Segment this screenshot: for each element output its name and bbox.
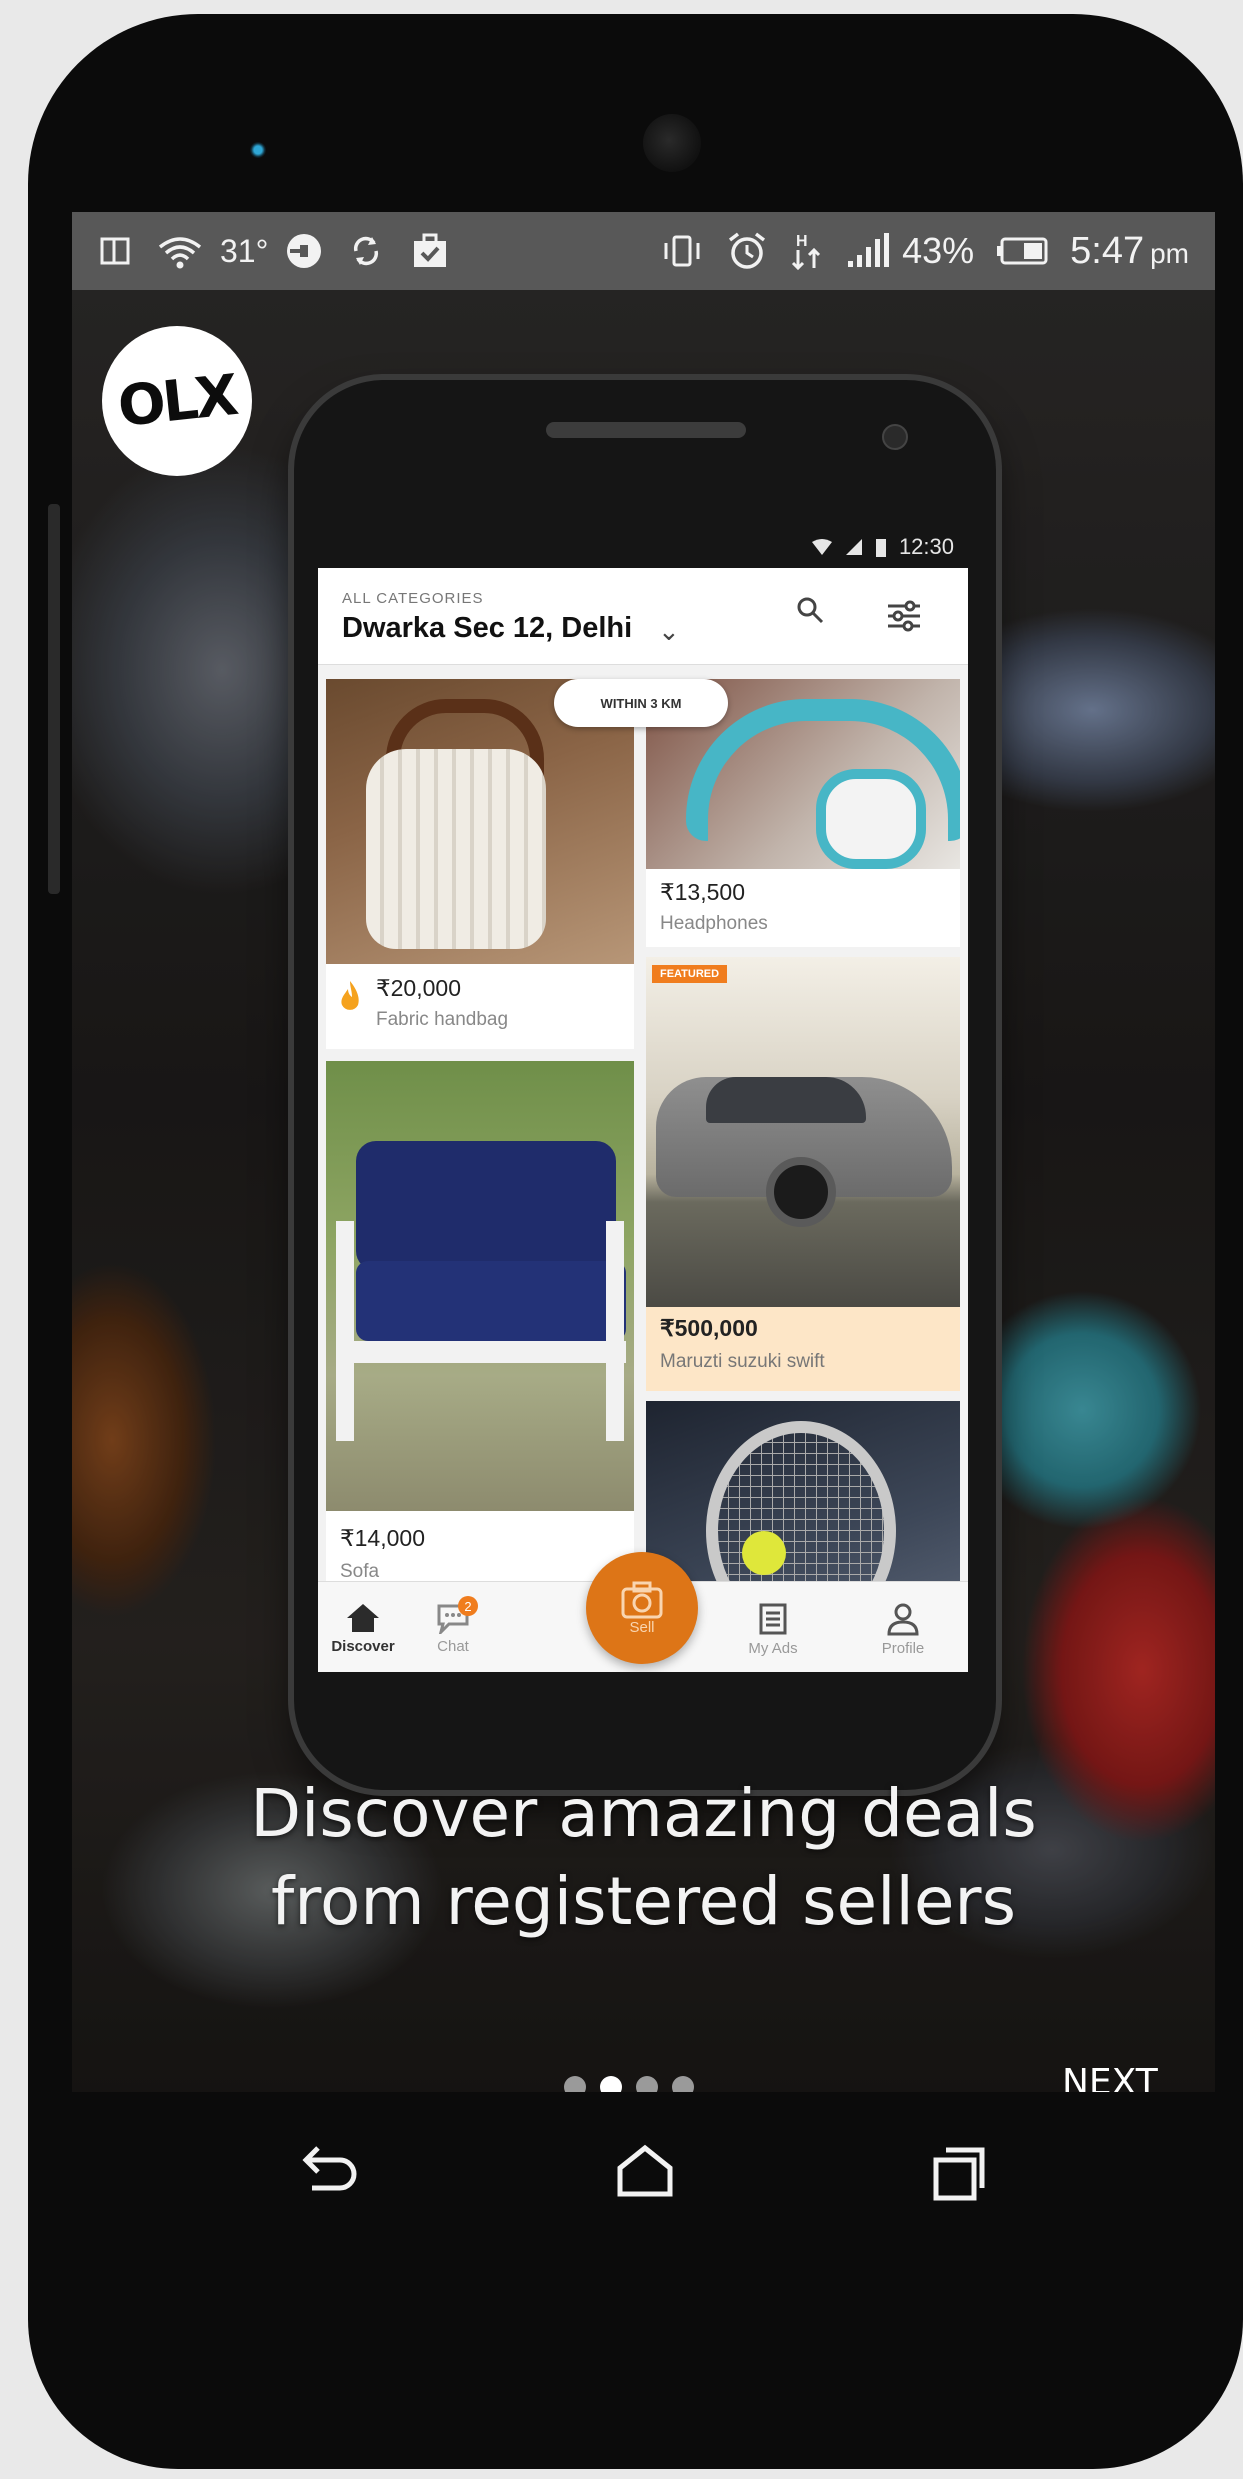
clock-text: 5:47 pm [1070,230,1189,273]
listing-title: Maruzti suzuki swift [660,1351,825,1372]
nearby-badge: WITHIN 3 KM [554,679,728,727]
headline-line-1: Discover amazing deals [250,1775,1037,1852]
temperature-text: 31° [220,232,269,269]
listing-price: ₹500,000 [660,1315,758,1341]
nav-my-ads-label: My Ads [748,1640,798,1657]
search-icon[interactable] [796,596,824,624]
nav-profile[interactable]: Profile [858,1602,948,1657]
chevron-down-icon[interactable]: ⌄ [658,616,680,647]
headline-line-2: from registered sellers [271,1863,1016,1940]
work-bag-icon [414,233,447,267]
system-nav-bar [72,2092,1215,2252]
recents-icon[interactable] [924,2138,994,2208]
my-ads-icon [759,1603,787,1635]
listing-title: Headphones [660,913,768,934]
nav-my-ads[interactable]: My Ads [728,1602,818,1657]
listing-card[interactable]: ₹20,000 Fabric handbag [326,679,634,1049]
listing-title: Sofa [340,1561,380,1582]
page-indicator [564,2076,694,2092]
alarm-icon [729,232,766,269]
listing-title: Fabric handbag [376,1009,509,1030]
nav-profile-label: Profile [881,1640,925,1657]
hot-deal-icon [341,981,359,1010]
featured-badge: FEATURED [652,965,728,983]
location-selector[interactable]: Dwarka Sec 12, Delhi [342,612,632,645]
listing-price: ₹14,000 [340,1525,425,1551]
mockup-header: ALL CATEGORIES Dwarka Sec 12, Delhi ⌄ [318,568,968,665]
page-dot[interactable] [672,2076,694,2092]
vibrate-icon [664,235,700,267]
screen-mirror-icon [100,237,130,265]
mockup-camera [882,424,908,450]
clock-time: 5:47 [1070,229,1145,272]
listing-price: ₹13,500 [660,879,745,905]
olx-logo: OLX [102,326,252,476]
next-button[interactable]: NEXT [1062,2062,1158,2092]
nav-discover[interactable]: Discover [318,1602,408,1655]
signal-icon [848,233,890,267]
nav-chat-label: Chat [437,1638,469,1655]
listing-card[interactable]: FEATURED ₹500,000 Maruzti suzuki swift [646,957,960,1391]
page-dot[interactable] [564,2076,586,2092]
earpiece [643,114,701,172]
olx-logo-text: OLX [115,362,239,440]
listings-grid: WITHIN 3 KM ₹20,000 Fabric handbag ₹13,5… [318,665,968,1672]
listing-price: ₹20,000 [376,975,461,1001]
status-bar: 31° H 43% 5:47 pm [72,212,1215,290]
mockup-battery-icon [875,539,886,557]
chat-badge: 2 [458,1596,478,1616]
battery-icon [997,237,1048,265]
mockup-clock: 12:30 [898,534,954,559]
page-dot[interactable] [636,2076,658,2092]
mockup-speaker [546,422,746,438]
mockup-screen: 12:30 ALL CATEGORIES Dwarka Sec 12, Delh… [318,526,968,1672]
mockup-bottom-nav: Discover 2 Chat Sell My Ads Profile [318,1552,968,1672]
mockup-wifi-icon [811,539,832,555]
data-transfer-icon: H [792,233,821,271]
car-photo [646,957,960,1307]
onboarding-headline: Discover amazing deals from registered s… [72,1770,1215,1946]
mockup-signal-icon [845,539,862,555]
sofa-photo [326,1061,634,1511]
filter-icon[interactable] [884,598,924,634]
category-label: ALL CATEGORIES [342,590,484,607]
nav-chat[interactable]: 2 Chat [408,1596,498,1655]
proximity-sensor [250,142,266,158]
back-icon[interactable] [292,2138,362,2208]
phone-screen: 31° H 43% 5:47 pm OLX 12:30 ALL CATEGORI… [72,212,1215,2092]
battery-percent-text: 43% [902,230,975,271]
svg-text:H: H [796,233,808,250]
sell-button[interactable]: Sell [586,1552,698,1664]
power-button [48,504,60,894]
onboarding-background: OLX 12:30 ALL CATEGORIES Dwarka Sec 12, … [72,290,1215,2092]
sync-icon [354,236,379,266]
home-nav-icon[interactable] [610,2138,680,2208]
profile-icon [887,1603,919,1636]
phone-mockup: 12:30 ALL CATEGORIES Dwarka Sec 12, Delh… [294,380,996,1790]
wifi-icon [158,237,202,269]
listing-card[interactable]: ₹14,000 Sofa [326,1061,634,1621]
mockup-status-bar: 12:30 [318,526,968,568]
page-dot-active[interactable] [600,2076,622,2092]
nav-discover-label: Discover [331,1638,395,1655]
camera-icon [621,1581,663,1618]
uber-icon [287,234,322,268]
sell-label: Sell [629,1618,655,1636]
home-icon [347,1604,379,1632]
clock-suffix: pm [1150,237,1189,269]
